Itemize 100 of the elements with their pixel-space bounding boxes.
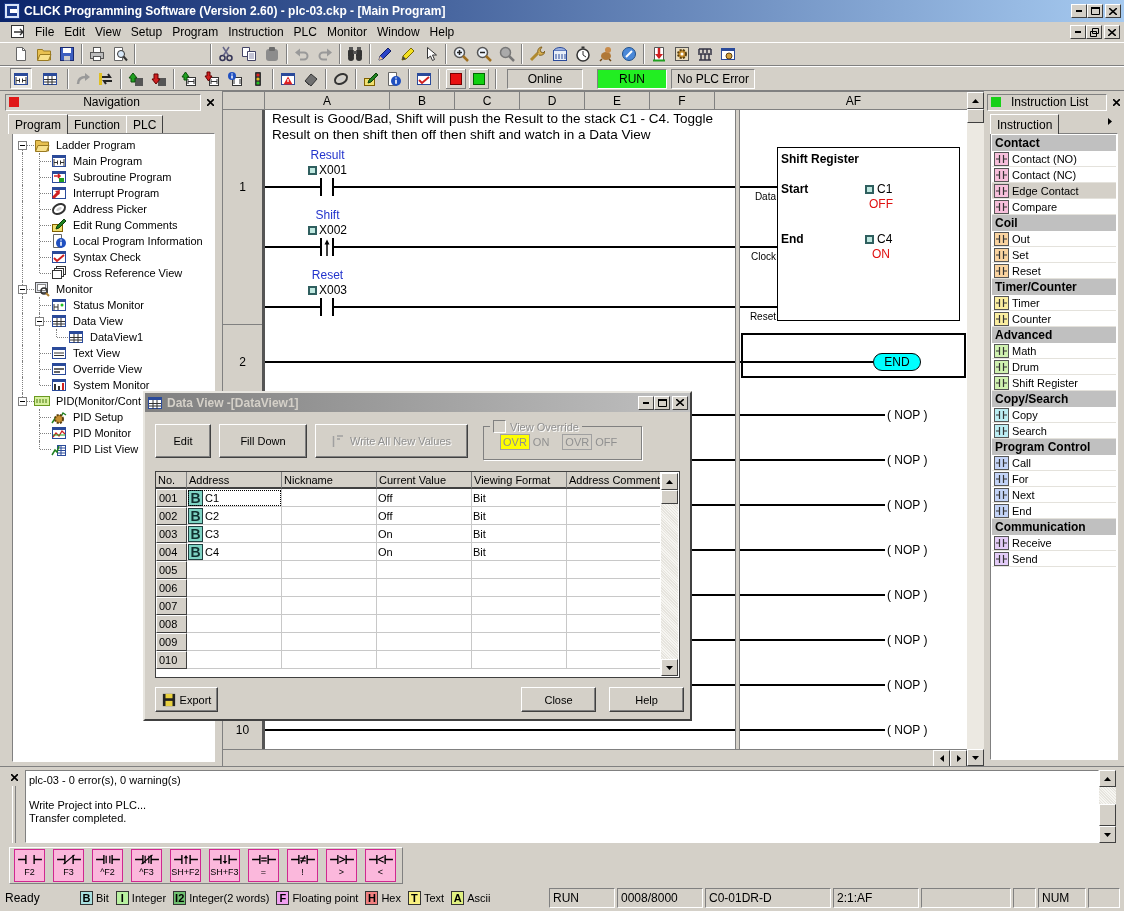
function-key-button[interactable]: F2 <box>14 849 45 882</box>
tree-item[interactable]: Monitor <box>56 283 93 295</box>
menu-item[interactable]: Monitor <box>321 23 372 41</box>
scroll-up-button[interactable] <box>1099 770 1116 787</box>
download-icon[interactable] <box>651 46 667 62</box>
table-cell[interactable]: B C3 <box>187 525 282 543</box>
table-cell[interactable] <box>377 615 472 633</box>
right-arrow-icon[interactable] <box>1108 118 1112 125</box>
function-key-button[interactable]: SH+F3 <box>209 849 240 882</box>
tree-item[interactable]: PID(Monitor/Cont <box>56 395 141 407</box>
nop-instruction[interactable]: ( NOP ) <box>887 497 928 513</box>
table-cell[interactable] <box>282 633 377 651</box>
tree-item[interactable]: PID Setup <box>73 411 124 423</box>
table-cell[interactable] <box>187 561 282 579</box>
vertical-scrollbar[interactable] <box>660 472 679 677</box>
ring-icon[interactable] <box>333 70 349 87</box>
zoom-in-icon[interactable] <box>453 46 469 62</box>
table-cell[interactable] <box>282 561 377 579</box>
function-key-button[interactable]: = <box>248 849 279 882</box>
collapse-icon[interactable] <box>35 316 44 326</box>
document-icon[interactable] <box>13 46 29 62</box>
close-icon[interactable] <box>207 98 214 106</box>
function-key-button[interactable]: ^F3 <box>131 849 162 882</box>
nop-instruction[interactable]: ( NOP ) <box>887 587 928 603</box>
minimize-button[interactable] <box>1071 4 1087 18</box>
table-cell[interactable]: On <box>377 525 472 543</box>
instruction-item[interactable]: Drum <box>992 359 1116 375</box>
info-ladder-icon[interactable] <box>227 70 243 87</box>
table-cell[interactable] <box>187 597 282 615</box>
menu-item[interactable]: Program <box>167 23 224 41</box>
table-cell[interactable] <box>282 543 377 561</box>
function-key-button[interactable]: SH+F2 <box>170 849 201 882</box>
scroll-up-button[interactable] <box>967 92 984 109</box>
vertical-scrollbar[interactable] <box>967 92 984 766</box>
table-cell[interactable] <box>377 579 472 597</box>
shift-register-block[interactable]: Shift Register Start C1 OFF End C4 ON <box>777 147 960 321</box>
table-cell[interactable] <box>472 633 567 651</box>
wrench-icon[interactable] <box>529 46 545 62</box>
instruction-item[interactable]: Send <box>992 551 1116 567</box>
binoculars-icon[interactable] <box>347 46 363 62</box>
function-key-button[interactable]: ^F2 <box>92 849 123 882</box>
table-cell[interactable]: On <box>377 543 472 561</box>
instruction-item[interactable]: Next <box>992 487 1116 503</box>
nop-instruction[interactable]: ( NOP ) <box>887 542 928 558</box>
tree-item[interactable]: System Monitor <box>73 379 150 391</box>
table-cell[interactable] <box>187 579 282 597</box>
tree-item[interactable]: Status Monitor <box>73 299 144 311</box>
horizontal-scrollbar[interactable] <box>223 749 967 766</box>
instruction-item[interactable]: Timer <box>992 295 1116 311</box>
minimize-button[interactable] <box>1070 25 1086 39</box>
print-preview-icon[interactable] <box>112 46 128 62</box>
table-cell[interactable]: B C1 <box>187 489 282 507</box>
instruction-item[interactable]: Math <box>992 343 1116 359</box>
tree-item[interactable]: DataView1 <box>90 331 143 343</box>
table-cell[interactable]: Off <box>377 507 472 525</box>
close-icon[interactable] <box>10 774 18 781</box>
folder-icon[interactable] <box>36 46 52 62</box>
tree-item[interactable]: Edit Rung Comments <box>73 219 178 231</box>
table-cell[interactable] <box>377 651 472 669</box>
table-cell[interactable] <box>187 615 282 633</box>
instruction-item[interactable]: Receive <box>992 535 1116 551</box>
tree-item[interactable]: Subroutine Program <box>73 171 172 183</box>
table-cell[interactable] <box>377 597 472 615</box>
dialog-button[interactable]: Help <box>609 687 684 712</box>
table-cell[interactable]: Bit <box>472 507 567 525</box>
minimize-button[interactable] <box>638 395 654 410</box>
table-cell[interactable] <box>472 561 567 579</box>
function-key-button[interactable]: ! <box>287 849 318 882</box>
tree-item[interactable]: Address Picker <box>73 203 147 215</box>
instruction-item[interactable]: Contact (NO) <box>992 151 1116 167</box>
tree-item[interactable]: PID Monitor <box>73 427 132 439</box>
nop-instruction[interactable]: ( NOP ) <box>887 722 928 738</box>
collapse-icon[interactable] <box>18 140 27 150</box>
view-toggle-button[interactable] <box>10 68 32 89</box>
menu-item[interactable]: PLC <box>288 23 322 41</box>
pencil-icon[interactable] <box>377 46 393 62</box>
menu-item[interactable]: Help <box>424 23 460 41</box>
restore-button[interactable] <box>1086 25 1102 39</box>
scroll-up-button[interactable] <box>661 473 678 490</box>
table-cell[interactable] <box>187 651 282 669</box>
collapse-icon[interactable] <box>18 284 27 294</box>
transfer-arrows-icon[interactable] <box>98 70 114 87</box>
tree-item[interactable]: Main Program <box>73 155 143 167</box>
dialog-button[interactable]: Fill Down <box>219 424 307 458</box>
table-cell[interactable] <box>282 597 377 615</box>
function-key-button[interactable]: F3 <box>53 849 84 882</box>
table-cell[interactable] <box>377 561 472 579</box>
window-gear-icon[interactable] <box>720 46 736 62</box>
close-button[interactable] <box>672 395 688 410</box>
building-icon[interactable] <box>552 46 568 62</box>
stopwatch-icon[interactable] <box>575 46 591 62</box>
table-cell[interactable]: Bit <box>472 489 567 507</box>
scroll-thumb[interactable] <box>661 490 678 504</box>
table-cell[interactable] <box>472 597 567 615</box>
table-cell[interactable] <box>187 633 282 651</box>
instruction-item[interactable]: Set <box>992 247 1116 263</box>
nop-instruction[interactable]: ( NOP ) <box>887 407 928 423</box>
instruction-item[interactable]: Copy <box>992 407 1116 423</box>
table-cell[interactable]: B C4 <box>187 543 282 561</box>
menu-item[interactable]: Setup <box>125 23 168 41</box>
